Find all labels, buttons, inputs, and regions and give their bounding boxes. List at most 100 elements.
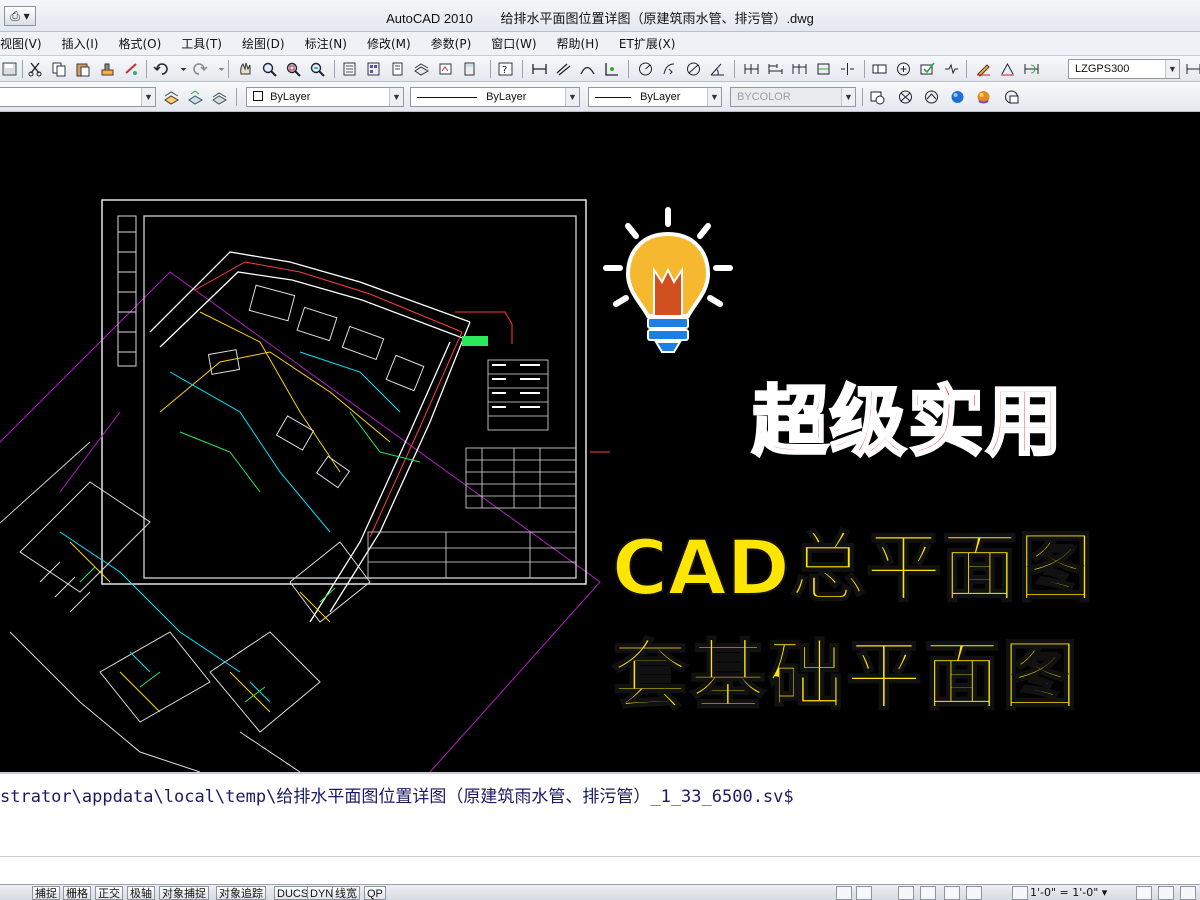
redo-dropdown-icon[interactable]	[212, 60, 225, 78]
layer-combo[interactable]: ▼	[0, 87, 156, 107]
properties-toolbar: ▼ ByLayer ▼ ByLayer ▼ ByLayer ▼ BYCOLOR …	[0, 82, 1200, 112]
osnap-toggle[interactable]: 对象捕捉	[159, 886, 209, 900]
undo-dropdown-icon[interactable]	[174, 60, 187, 78]
undo-icon[interactable]	[152, 60, 171, 78]
dimension-break-icon[interactable]	[838, 60, 857, 78]
menu-express-tools[interactable]: ET扩展(X)	[609, 35, 686, 52]
auto-scale-icon[interactable]	[1158, 886, 1174, 900]
sheet-set-manager-icon[interactable]	[412, 60, 431, 78]
angular-dimension-icon[interactable]	[708, 60, 727, 78]
match-properties-icon[interactable]	[98, 60, 117, 78]
lineweight-combo[interactable]: ByLayer ▼	[588, 87, 722, 107]
linetype-sample	[417, 96, 477, 98]
save-icon[interactable]	[0, 60, 19, 78]
design-center-icon[interactable]	[364, 60, 383, 78]
headline-red: 超级实用	[751, 376, 1064, 468]
ordinate-dimension-icon[interactable]	[602, 60, 621, 78]
radius-dimension-icon[interactable]	[636, 60, 655, 78]
polar-toggle[interactable]: 极轴	[127, 886, 155, 900]
diameter-dimension-icon[interactable]	[684, 60, 703, 78]
menu-insert[interactable]: 插入(I)	[52, 35, 109, 52]
linear-dimension-icon[interactable]	[530, 60, 549, 78]
otrack-toggle[interactable]: 对象追踪	[216, 886, 266, 900]
jogged-dimension-icon[interactable]	[660, 60, 679, 78]
block-editor-icon[interactable]	[122, 60, 141, 78]
conceptual-style-icon[interactable]	[974, 88, 993, 106]
layout-icon[interactable]	[856, 886, 872, 900]
zoom-previous-icon[interactable]	[308, 60, 327, 78]
dimension-update-icon[interactable]	[1022, 60, 1041, 78]
baseline-dimension-icon[interactable]	[766, 60, 785, 78]
color-combo[interactable]: ByLayer ▼	[246, 87, 404, 107]
lineweight-toggle[interactable]: 线宽	[332, 886, 360, 900]
quick-properties-toggle[interactable]: QP	[364, 886, 386, 900]
title-bar: ⎙ ▾ AutoCAD 2010 给排水平面图位置详图（原建筑雨水管、排污管）.…	[0, 0, 1200, 32]
menu-dimension[interactable]: 标注(N)	[295, 35, 357, 52]
zoom-window-icon[interactable]	[284, 60, 303, 78]
steering-wheel-icon[interactable]	[944, 886, 960, 900]
wireframe-2d-icon[interactable]	[896, 88, 915, 106]
manage-visual-styles-icon[interactable]	[1002, 88, 1021, 106]
grid-toggle[interactable]: 栅格	[63, 886, 91, 900]
cut-icon[interactable]	[26, 60, 45, 78]
layer-states-icon[interactable]	[210, 88, 229, 106]
menu-window[interactable]: 窗口(W)	[481, 35, 546, 52]
paste-icon[interactable]	[74, 60, 93, 78]
quickcalc-icon[interactable]	[460, 60, 479, 78]
copy-icon[interactable]	[50, 60, 69, 78]
continue-dimension-icon[interactable]	[790, 60, 809, 78]
dimension-style-manager-icon[interactable]	[1184, 60, 1200, 78]
make-layer-current-icon[interactable]	[162, 88, 181, 106]
realistic-style-icon[interactable]	[948, 88, 967, 106]
pan-status-icon[interactable]	[898, 886, 914, 900]
document-title: 给排水平面图位置详图（原建筑雨水管、排污管）.dwg	[500, 11, 814, 26]
showmotion-icon[interactable]	[966, 886, 982, 900]
model-space-icon[interactable]	[836, 886, 852, 900]
tool-palettes-icon[interactable]	[388, 60, 407, 78]
ducs-toggle[interactable]: DUCS	[274, 886, 312, 900]
snap-toggle[interactable]: 捕捉	[32, 886, 60, 900]
dimension-space-icon[interactable]	[814, 60, 833, 78]
workspace-switch-icon[interactable]	[1180, 886, 1196, 900]
menu-format[interactable]: 格式(O)	[108, 35, 171, 52]
linetype-combo[interactable]: ByLayer ▼	[410, 87, 580, 107]
pan-icon[interactable]	[236, 60, 255, 78]
zoom-status-icon[interactable]	[920, 886, 936, 900]
inspect-icon[interactable]	[918, 60, 937, 78]
wireframe-3d-icon[interactable]	[922, 88, 941, 106]
zoom-realtime-icon[interactable]	[260, 60, 279, 78]
chevron-down-icon: ▼	[841, 88, 855, 106]
dimension-text-edit-icon[interactable]	[998, 60, 1017, 78]
arc-length-icon[interactable]	[578, 60, 597, 78]
command-input[interactable]	[0, 856, 1200, 886]
redo-icon[interactable]	[190, 60, 209, 78]
headline-yellow-line-2: 套基础平面图	[611, 630, 1080, 721]
menu-view[interactable]: 视图(V)	[0, 35, 52, 52]
drawing-canvas[interactable]: 超级实用 CAD总平面图 套基础平面图	[0, 112, 1200, 772]
menu-bar: 视图(V) 插入(I) 格式(O) 工具(T) 绘图(D) 标注(N) 修改(M…	[0, 32, 1200, 56]
markup-set-icon[interactable]	[436, 60, 455, 78]
help-icon[interactable]: ?	[496, 60, 515, 78]
annotation-visibility-icon[interactable]	[1136, 886, 1152, 900]
dimension-edit-icon[interactable]	[974, 60, 993, 78]
chevron-down-icon: ▼	[565, 88, 579, 106]
quick-dimension-icon[interactable]	[742, 60, 761, 78]
aligned-dimension-icon[interactable]	[554, 60, 573, 78]
annotation-scale[interactable]: 1'-0" = 1'-0" ▾	[1030, 886, 1107, 900]
menu-parametric[interactable]: 参数(P)	[421, 35, 482, 52]
chevron-down-icon: ▼	[141, 88, 155, 106]
properties-icon[interactable]	[340, 60, 359, 78]
ortho-toggle[interactable]: 正交	[95, 886, 123, 900]
menu-modify[interactable]: 修改(M)	[357, 35, 421, 52]
layer-previous-icon[interactable]	[186, 88, 205, 106]
command-history-text: strator\appdata\local\temp\给排水平面图位置详图（原建…	[0, 787, 794, 806]
tolerance-icon[interactable]	[870, 60, 889, 78]
center-mark-icon[interactable]	[894, 60, 913, 78]
standard-toolbar: ? LZGPS300 ▼	[0, 56, 1200, 82]
visual-styles-icon[interactable]	[868, 88, 887, 106]
menu-draw[interactable]: 绘图(D)	[232, 35, 295, 52]
menu-tools[interactable]: 工具(T)	[171, 35, 232, 52]
dimension-style-combo[interactable]: LZGPS300 ▼	[1068, 59, 1180, 79]
jogged-linear-icon[interactable]	[942, 60, 961, 78]
menu-help[interactable]: 帮助(H)	[547, 35, 609, 52]
